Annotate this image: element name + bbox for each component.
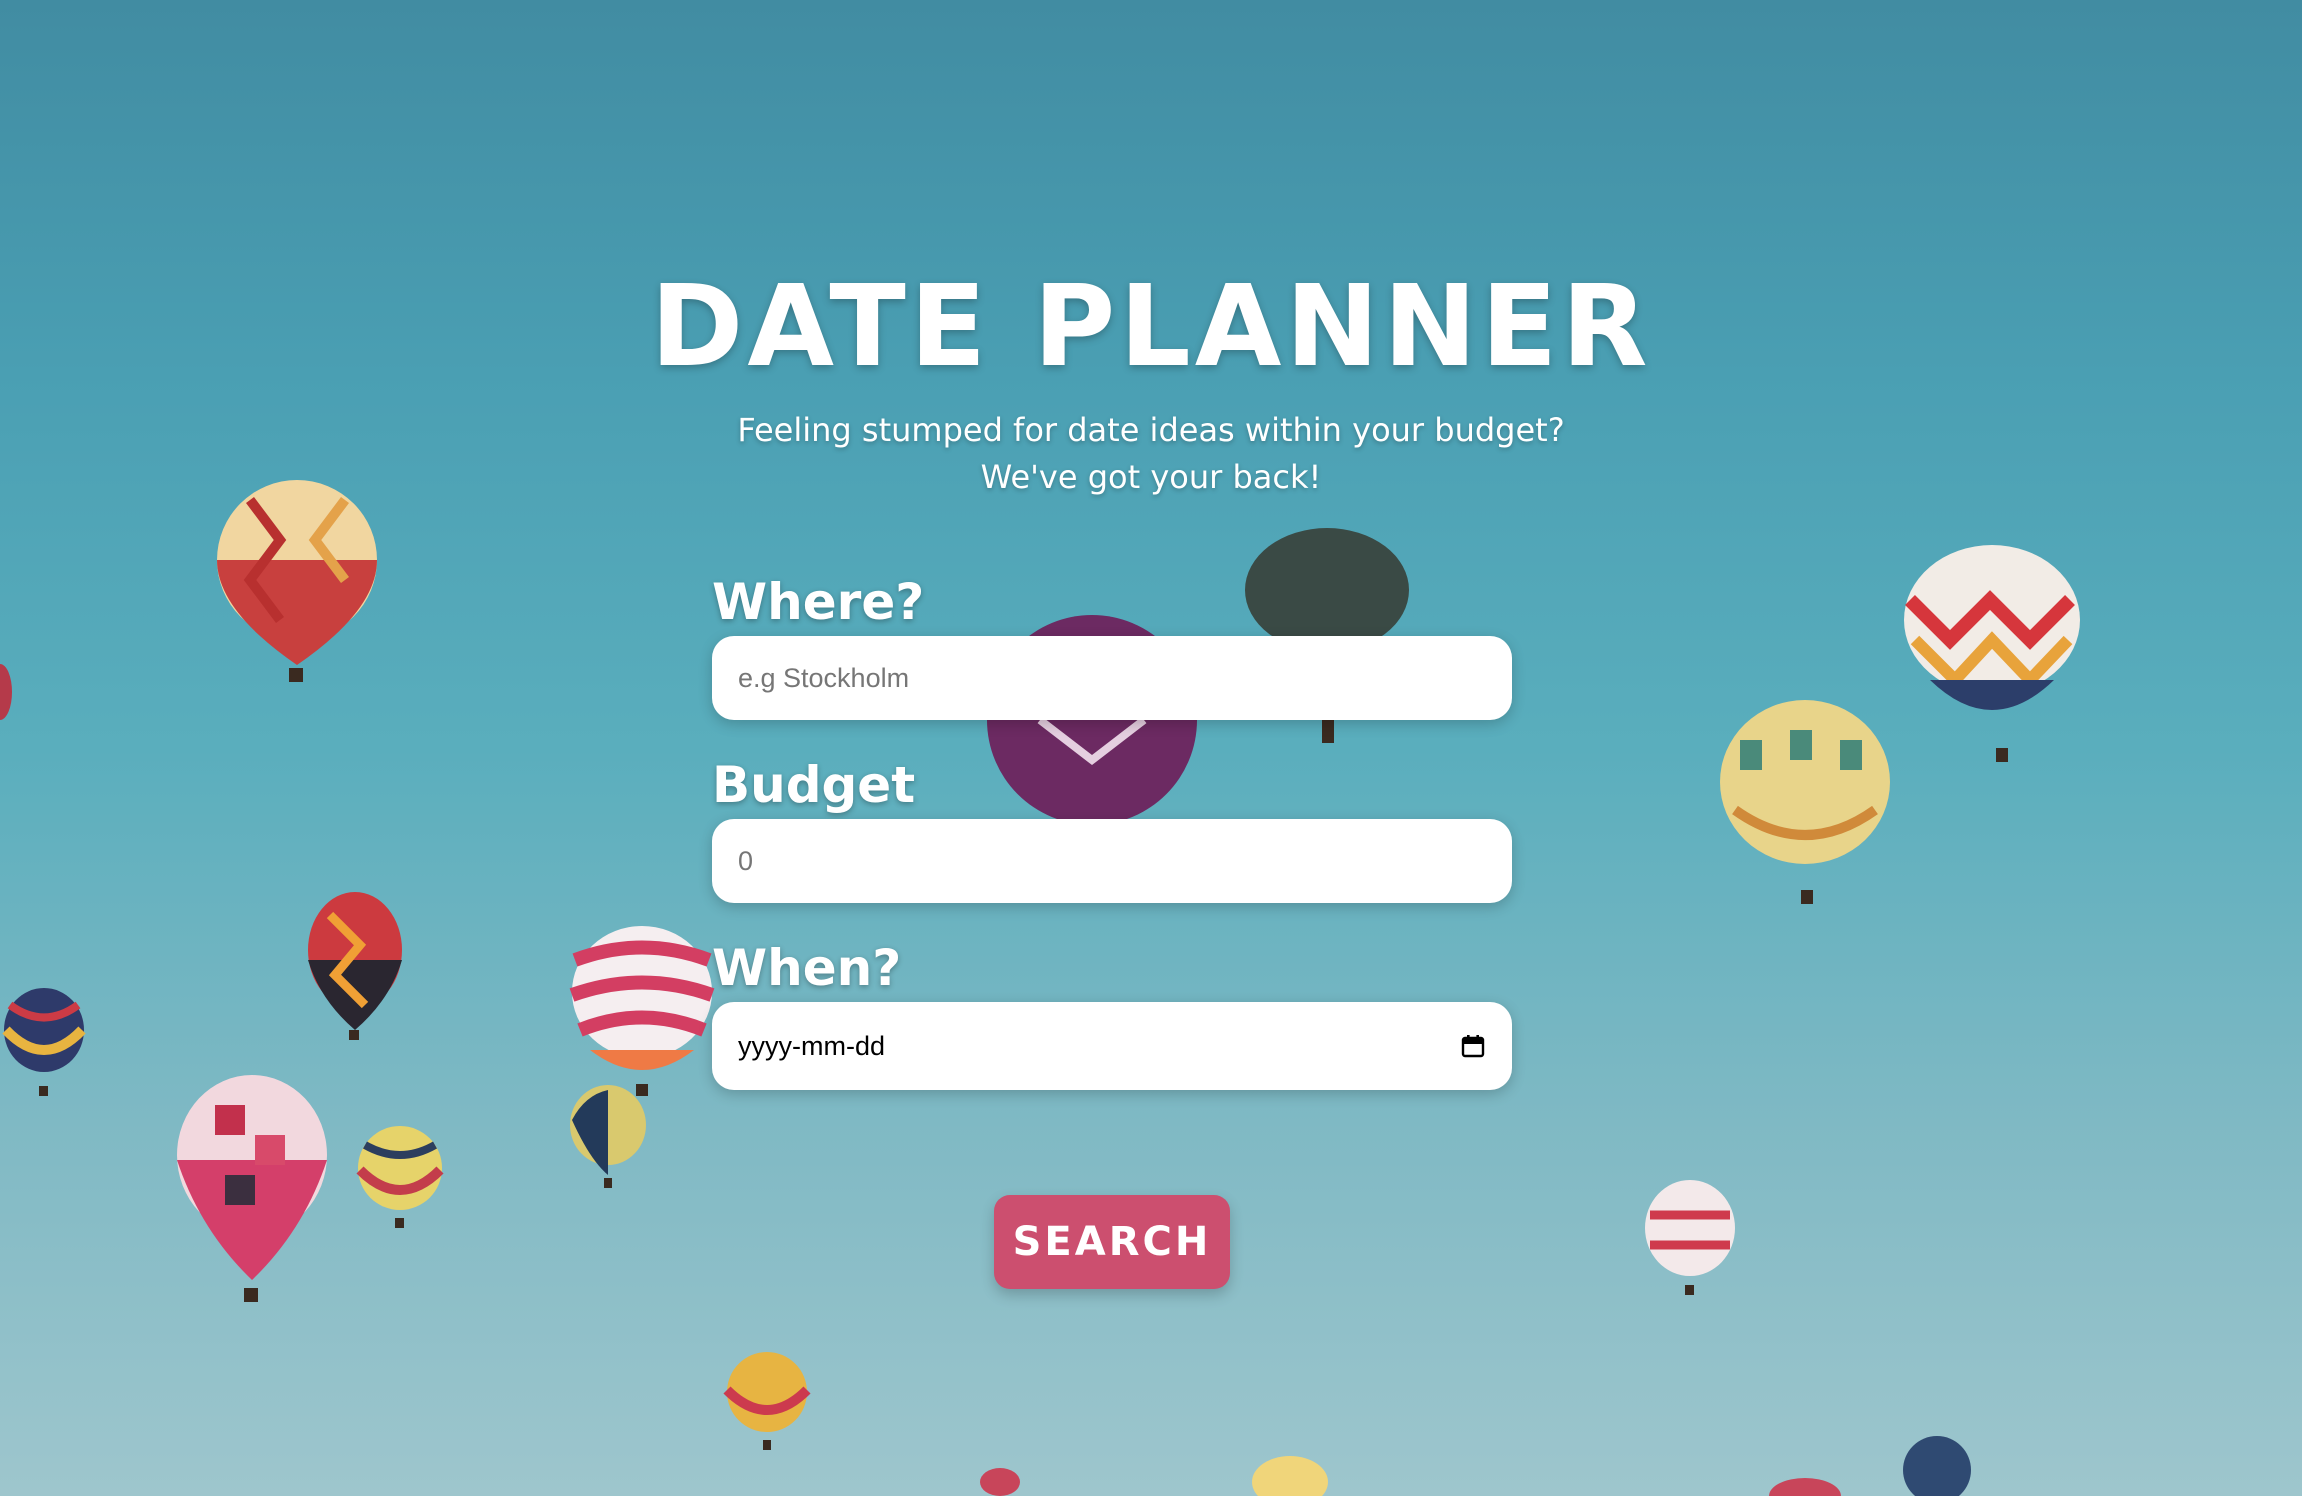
search-button[interactable]: SEARCH xyxy=(994,1195,1230,1289)
page-title: DATE PLANNER xyxy=(650,262,1652,392)
when-date-value: yyyy-mm-dd xyxy=(738,1030,885,1061)
main-content: DATE PLANNER Feeling stumped for date id… xyxy=(0,0,2302,1496)
where-label: Where? xyxy=(712,573,925,631)
budget-input[interactable]: 0 xyxy=(712,819,1512,903)
budget-label: Budget xyxy=(712,756,916,814)
where-input-placeholder: e.g Stockholm xyxy=(738,662,910,693)
where-input[interactable]: e.g Stockholm xyxy=(712,636,1512,720)
budget-input-placeholder: 0 xyxy=(738,845,754,876)
page-subtitle-line2: We've got your back! xyxy=(980,458,1322,496)
when-date-input[interactable]: yyyy-mm-dd xyxy=(712,1002,1512,1090)
calendar-icon[interactable] xyxy=(1460,1033,1486,1059)
when-label: When? xyxy=(712,939,902,997)
page-subtitle-line1: Feeling stumped for date ideas within yo… xyxy=(737,411,1565,449)
